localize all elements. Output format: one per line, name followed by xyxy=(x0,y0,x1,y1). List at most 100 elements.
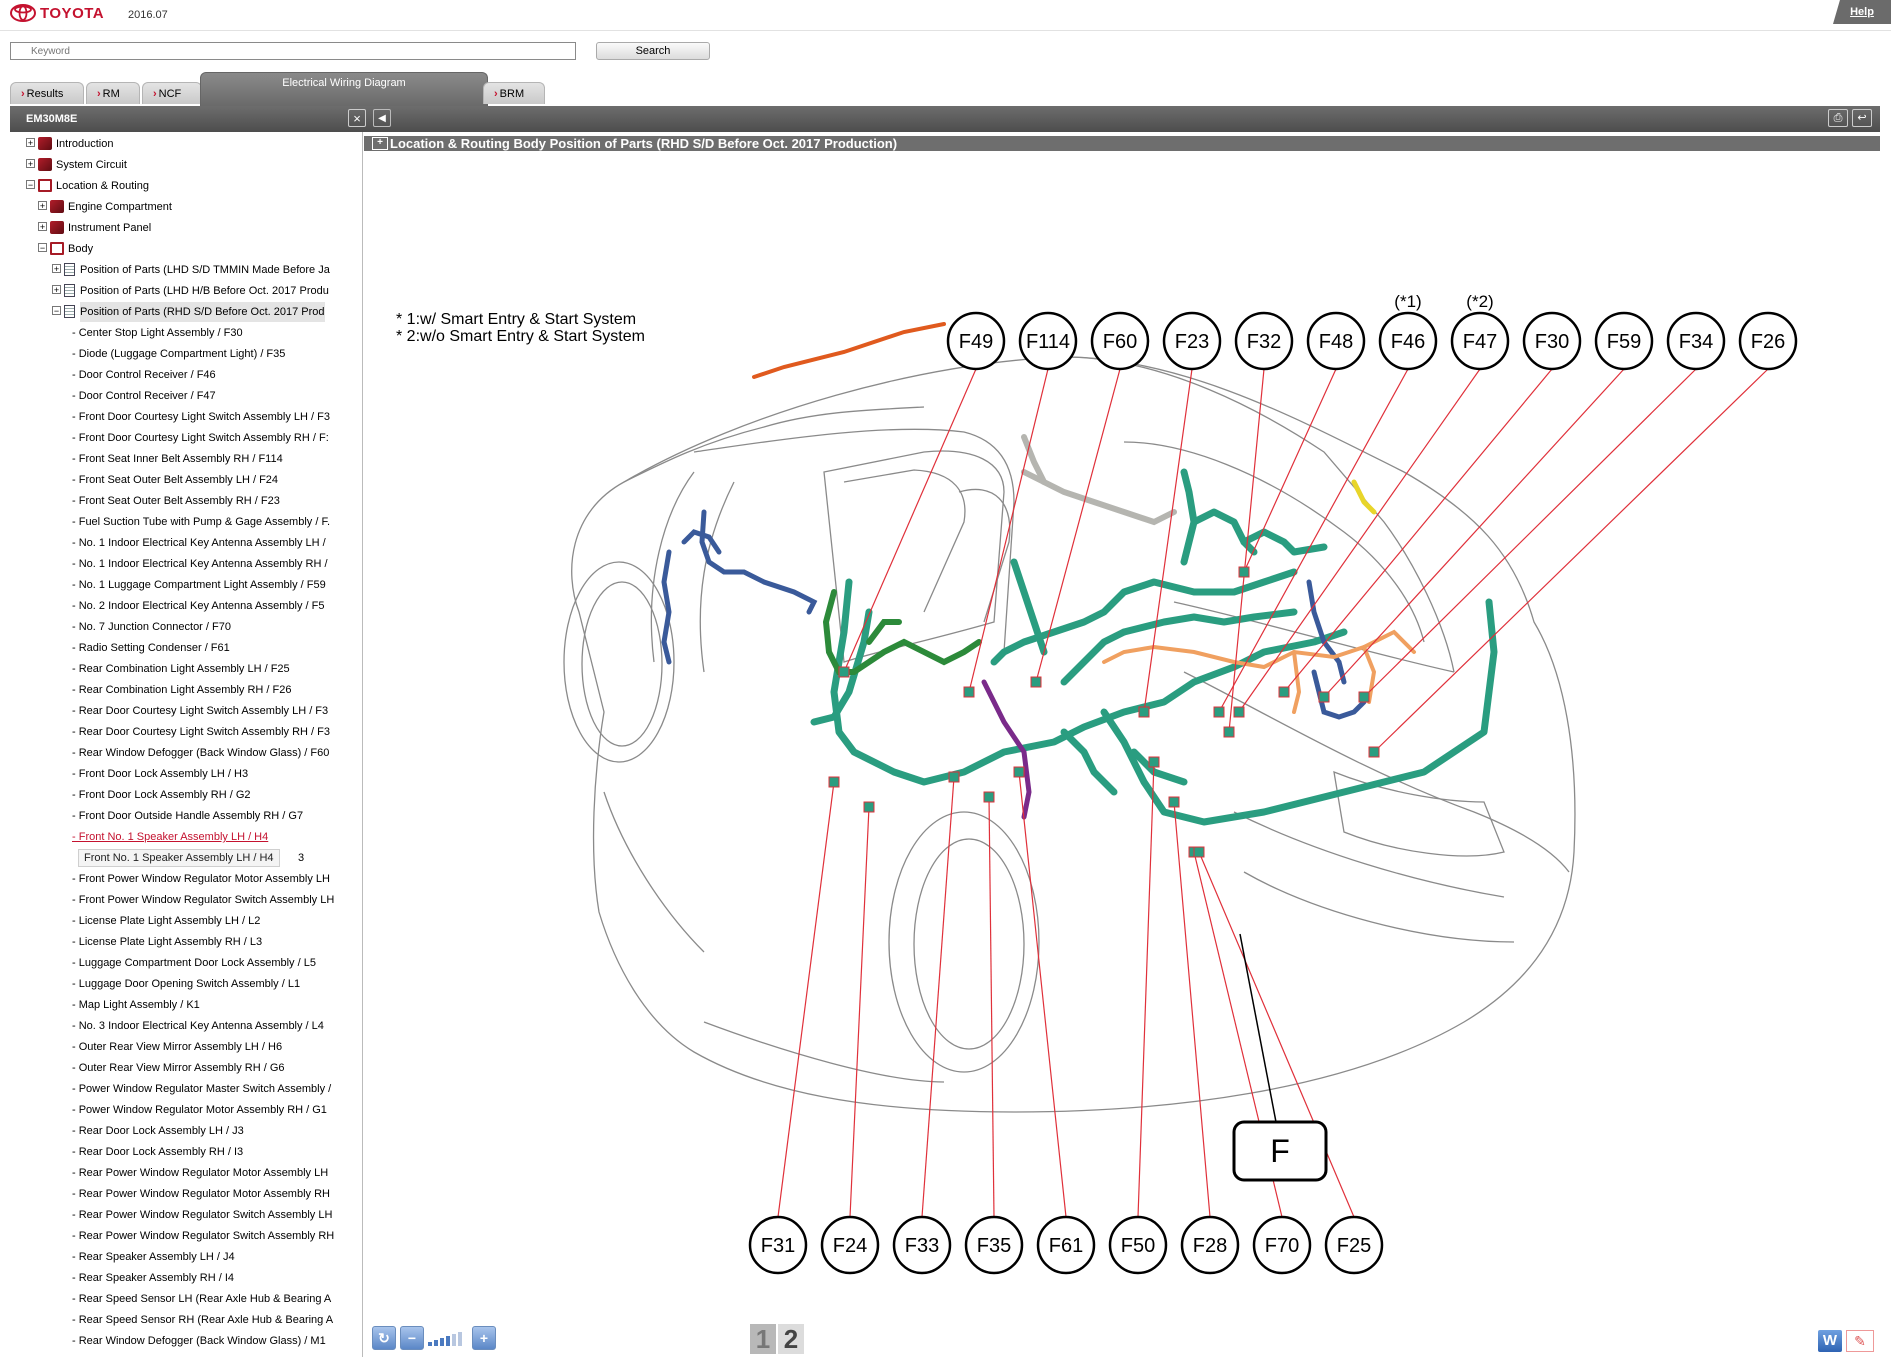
tree-leaf[interactable]: - Rear Door Lock Assembly LH / J3 xyxy=(10,1121,362,1141)
tree-node[interactable]: − Location & Routing xyxy=(10,176,362,196)
tree-leaf[interactable]: - Front Seat Inner Belt Assembly RH / F1… xyxy=(10,449,362,469)
expand-icon[interactable]: + xyxy=(52,264,61,274)
connector-marker xyxy=(1030,676,1042,688)
comment-button[interactable]: ✎ xyxy=(1846,1330,1874,1352)
tree-leaf[interactable]: - Outer Rear View Mirror Assembly LH / H… xyxy=(10,1037,362,1057)
tree-leaf[interactable]: - No. 1 Luggage Compartment Light Assemb… xyxy=(10,575,362,595)
tree-leaf[interactable]: - No. 1 Indoor Electrical Key Antenna As… xyxy=(10,533,362,553)
tree-leaf[interactable]: - Rear Window Defogger (Back Window Glas… xyxy=(10,743,362,763)
page-1-button[interactable]: 1 xyxy=(750,1324,776,1354)
tree-node[interactable]: + Position of Parts (LHD H/B Before Oct. … xyxy=(10,281,362,301)
tree-node[interactable]: + Instrument Panel xyxy=(10,218,362,238)
tree-leaf[interactable]: - Rear Power Window Regulator Motor Asse… xyxy=(10,1163,362,1183)
tree-leaf[interactable]: - Rear Door Courtesy Light Switch Assemb… xyxy=(10,701,362,721)
connector-marker xyxy=(1358,691,1370,703)
tree-leaf[interactable]: - Front Power Window Regulator Switch As… xyxy=(10,890,362,910)
tree-leaf[interactable]: - Luggage Compartment Door Lock Assembly… xyxy=(10,953,362,973)
collapse-icon[interactable]: − xyxy=(26,180,35,190)
tab-rm[interactable]: › RM xyxy=(86,82,140,104)
tree-leaf[interactable]: - Diode (Luggage Compartment Light) / F3… xyxy=(10,344,362,364)
tab-results[interactable]: › Results xyxy=(10,82,84,104)
tree-leaf[interactable]: - Front No. 1 Speaker Assembly LH / H4 xyxy=(10,827,362,847)
tree-node[interactable]: − Body xyxy=(10,239,362,259)
help-link[interactable]: Help xyxy=(1833,0,1891,24)
tree-leaf[interactable]: - Front Door Lock Assembly LH / H3 xyxy=(10,764,362,784)
tree-leaf[interactable]: - Front Power Window Regulator Motor Ass… xyxy=(10,869,362,889)
tree-leaf[interactable]: - License Plate Light Assembly RH / L3 xyxy=(10,932,362,952)
search-button[interactable]: Search xyxy=(596,42,710,60)
tree-leaf[interactable]: - Radio Setting Condenser / F61 xyxy=(10,638,362,658)
panel-header: EM30M8E × ◀ ⎙ ↩ xyxy=(10,106,1880,132)
tree-leaf[interactable]: - Power Window Regulator Motor Assembly … xyxy=(10,1100,362,1120)
tree-node[interactable]: + Engine Compartment xyxy=(10,197,362,217)
expand-icon[interactable]: + xyxy=(52,285,61,295)
refresh-button[interactable]: ↻ xyxy=(372,1326,396,1350)
tree-leaf[interactable]: - Front Seat Outer Belt Assembly LH / F2… xyxy=(10,470,362,490)
tree-leaf[interactable]: - Front Door Outside Handle Assembly RH … xyxy=(10,806,362,826)
tree-leaf-label: - Luggage Door Opening Switch Assembly /… xyxy=(72,978,301,990)
expand-icon[interactable]: + xyxy=(38,201,47,211)
connector-marker xyxy=(1233,706,1245,718)
tree-leaf[interactable]: - Rear Speed Sensor RH (Rear Axle Hub & … xyxy=(10,1310,362,1330)
tab-ncf[interactable]: › NCF xyxy=(142,82,202,104)
search-input[interactable] xyxy=(10,42,576,60)
tree-leaf[interactable]: - Rear Speaker Assembly LH / J4 xyxy=(10,1247,362,1267)
tree-leaf[interactable]: - Power Window Regulator Master Switch A… xyxy=(10,1079,362,1099)
tab-electrical-wiring-diagram[interactable]: Electrical Wiring Diagram xyxy=(200,72,488,106)
zoom-in-button[interactable]: + xyxy=(472,1326,496,1350)
page-2-button[interactable]: 2 xyxy=(778,1324,804,1354)
tree-leaf-label: - Map Light Assembly / K1 xyxy=(72,999,200,1011)
tree-leaf[interactable]: - Rear Window Defogger (Back Window Glas… xyxy=(10,1331,362,1351)
tree-leaf[interactable]: - Rear Power Window Regulator Switch Ass… xyxy=(10,1205,362,1225)
tree-leaf[interactable]: - Rear Combination Light Assembly LH / F… xyxy=(10,659,362,679)
tree-leaf[interactable]: - No. 3 Indoor Electrical Key Antenna As… xyxy=(10,1016,362,1036)
back-button[interactable]: ↩ xyxy=(1852,109,1872,127)
connector-label: F32 xyxy=(1247,331,1281,353)
close-sidebar-button[interactable]: × xyxy=(348,109,366,127)
collapse-icon[interactable]: − xyxy=(52,306,61,316)
chevron-right-icon: › xyxy=(21,88,25,100)
tree-leaf[interactable]: - Front Door Lock Assembly RH / G2 xyxy=(10,785,362,805)
tree-node[interactable]: + Position of Parts (LHD S/D TMMIN Made B… xyxy=(10,260,362,280)
tree-leaf[interactable]: - Rear Power Window Regulator Switch Ass… xyxy=(10,1226,362,1246)
tree-leaf[interactable]: - Rear Door Courtesy Light Switch Assemb… xyxy=(10,722,362,742)
tree-leaf[interactable]: - No. 1 Indoor Electrical Key Antenna As… xyxy=(10,554,362,574)
tree-leaf[interactable]: - Front Door Courtesy Light Switch Assem… xyxy=(10,428,362,448)
connector-label: F50 xyxy=(1121,1235,1155,1257)
tree-leaf-label: - Rear Power Window Regulator Switch Ass… xyxy=(72,1230,335,1242)
tree-node[interactable]: + Introduction xyxy=(10,134,362,154)
tree-leaf[interactable]: - Rear Speaker Assembly RH / I4 xyxy=(10,1268,362,1288)
tree-node[interactable]: + System Circuit xyxy=(10,155,362,175)
tree-leaf[interactable]: - Door Control Receiver / F46 xyxy=(10,365,362,385)
tree-leaf[interactable]: - Outer Rear View Mirror Assembly RH / G… xyxy=(10,1058,362,1078)
tree-leaf[interactable]: - Rear Door Lock Assembly RH / I3 xyxy=(10,1142,362,1162)
zoom-level-slider[interactable] xyxy=(428,1330,462,1346)
tree-leaf[interactable]: - No. 2 Indoor Electrical Key Antenna As… xyxy=(10,596,362,616)
expand-icon[interactable]: + xyxy=(26,138,35,148)
tree-leaf[interactable]: - Luggage Door Opening Switch Assembly /… xyxy=(10,974,362,994)
tab-bar: › Results › RM › NCF Electrical Wiring Diag… xyxy=(10,72,1880,106)
export-word-button[interactable]: W xyxy=(1818,1330,1842,1352)
expand-icon[interactable]: + xyxy=(26,159,35,169)
tree-leaf[interactable]: - Fuel Suction Tube with Pump & Gage Ass… xyxy=(10,512,362,532)
print-button[interactable]: ⎙ xyxy=(1828,109,1848,127)
tree-leaf[interactable]: - License Plate Light Assembly LH / L2 xyxy=(10,911,362,931)
tree-leaf[interactable]: - Rear Speed Sensor LH (Rear Axle Hub & … xyxy=(10,1289,362,1309)
collapse-icon[interactable]: − xyxy=(38,243,47,253)
tree-leaf[interactable]: - Center Stop Light Assembly / F30 xyxy=(10,323,362,343)
tree-leaf[interactable]: - Map Light Assembly / K1 xyxy=(10,995,362,1015)
zoom-out-button[interactable]: − xyxy=(400,1326,424,1350)
chevron-right-icon: › xyxy=(153,88,157,100)
tree-leaf[interactable]: - Door Control Receiver / F47 xyxy=(10,386,362,406)
tab-label: Results xyxy=(26,88,64,100)
expand-icon[interactable]: + xyxy=(38,222,47,232)
tree-node[interactable]: − Position of Parts (RHD S/D Before Oct. … xyxy=(10,302,362,322)
tree-leaf[interactable]: - Rear Power Window Regulator Motor Asse… xyxy=(10,1184,362,1204)
collapse-sidebar-button[interactable]: ◀ xyxy=(373,109,391,127)
tree-leaf[interactable]: - Rear Combination Light Assembly RH / F… xyxy=(10,680,362,700)
tree-leaf[interactable]: - No. 7 Junction Connector / F70 xyxy=(10,617,362,637)
tree-leaf[interactable]: - Front Seat Outer Belt Assembly RH / F2… xyxy=(10,491,362,511)
tab-brm[interactable]: › BRM xyxy=(483,82,545,104)
expand-icon[interactable]: + xyxy=(372,137,388,150)
tree-leaf[interactable]: - Front Door Courtesy Light Switch Assem… xyxy=(10,407,362,427)
